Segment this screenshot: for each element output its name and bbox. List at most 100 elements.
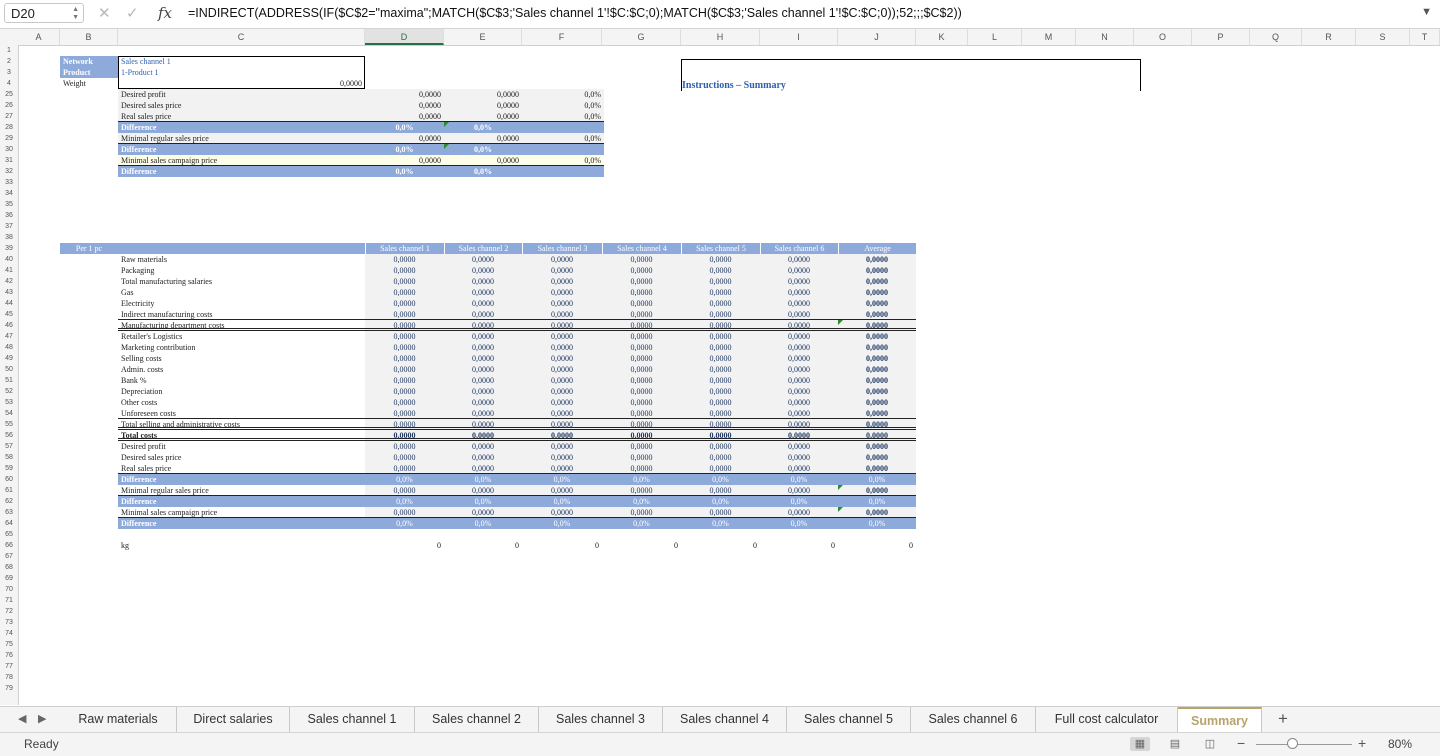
row-header-61[interactable]: 61 (0, 485, 18, 496)
name-box[interactable]: D20 ▲ ▼ (4, 3, 84, 23)
column-header-b[interactable]: B (60, 29, 118, 45)
page-layout-view-icon[interactable]: ▤ (1165, 737, 1185, 751)
row-header-68[interactable]: 68 (0, 562, 18, 573)
sheet-tab-raw-materials[interactable]: Raw materials (60, 707, 177, 732)
row-header-27[interactable]: 27 (0, 111, 18, 122)
row-header-40[interactable]: 40 (0, 254, 18, 265)
confirm-icon[interactable]: ✓ (126, 4, 139, 22)
sheet-tab-sales-channel-5[interactable]: Sales channel 5 (787, 707, 911, 732)
row-header-49[interactable]: 49 (0, 353, 18, 364)
row-header-28[interactable]: 28 (0, 122, 18, 133)
row-header-56[interactable]: 56 (0, 430, 18, 441)
row-header-70[interactable]: 70 (0, 584, 18, 595)
formula-input[interactable]: =INDIRECT(ADDRESS(IF($C$2="maxima";MATCH… (188, 6, 962, 20)
add-sheet-button[interactable]: + (1278, 709, 1288, 729)
zoom-out-button[interactable]: − (1237, 735, 1245, 751)
prev-sheet-icon[interactable]: ◀ (18, 712, 26, 725)
row-header-25[interactable]: 25 (0, 89, 18, 100)
row-header-33[interactable]: 33 (0, 177, 18, 188)
row-header-59[interactable]: 59 (0, 463, 18, 474)
row-header-79[interactable]: 79 (0, 683, 18, 694)
row-header-30[interactable]: 30 (0, 144, 18, 155)
column-header-q[interactable]: Q (1250, 29, 1302, 45)
column-header-k[interactable]: K (916, 29, 968, 45)
row-header-74[interactable]: 74 (0, 628, 18, 639)
normal-view-icon[interactable]: ▦ (1130, 737, 1150, 751)
row-header-77[interactable]: 77 (0, 661, 18, 672)
row-header-66[interactable]: 66 (0, 540, 18, 551)
row-header-51[interactable]: 51 (0, 375, 18, 386)
row-header-38[interactable]: 38 (0, 232, 18, 243)
cancel-icon[interactable]: ✕ (98, 4, 111, 22)
row-header-48[interactable]: 48 (0, 342, 18, 353)
row-header-31[interactable]: 31 (0, 155, 18, 166)
next-sheet-icon[interactable]: ▶ (38, 712, 46, 725)
column-header-c[interactable]: C (118, 29, 365, 45)
worksheet-grid[interactable]: Network Sales channel 1 Product 1-Product 1… (18, 45, 1440, 705)
zoom-in-button[interactable]: + (1358, 735, 1366, 751)
sheet-tab-direct-salaries[interactable]: Direct salaries (177, 707, 290, 732)
row-header-60[interactable]: 60 (0, 474, 18, 485)
row-header-46[interactable]: 46 (0, 320, 18, 331)
column-header-f[interactable]: F (522, 29, 602, 45)
row-header-53[interactable]: 53 (0, 397, 18, 408)
row-header-41[interactable]: 41 (0, 265, 18, 276)
column-header-e[interactable]: E (444, 29, 522, 45)
row-header-29[interactable]: 29 (0, 133, 18, 144)
function-icon[interactable]: fx (158, 4, 172, 22)
row-header-44[interactable]: 44 (0, 298, 18, 309)
column-header-s[interactable]: S (1356, 29, 1410, 45)
column-header-r[interactable]: R (1302, 29, 1356, 45)
column-header-n[interactable]: N (1076, 29, 1134, 45)
row-header-37[interactable]: 37 (0, 221, 18, 232)
row-header-67[interactable]: 67 (0, 551, 18, 562)
row-header-1[interactable]: 1 (0, 45, 18, 56)
row-header-36[interactable]: 36 (0, 210, 18, 221)
row-header-76[interactable]: 76 (0, 650, 18, 661)
name-box-spinner-icon[interactable]: ▲ ▼ (72, 6, 79, 22)
row-header-64[interactable]: 64 (0, 518, 18, 529)
row-header-52[interactable]: 52 (0, 386, 18, 397)
zoom-level[interactable]: 80% (1388, 737, 1412, 751)
column-header-i[interactable]: I (760, 29, 838, 45)
row-header-45[interactable]: 45 (0, 309, 18, 320)
column-header-t[interactable]: T (1410, 29, 1440, 45)
row-header-39[interactable]: 39 (0, 243, 18, 254)
column-header-a[interactable]: A (18, 29, 60, 45)
column-header-m[interactable]: M (1022, 29, 1076, 45)
row-header-72[interactable]: 72 (0, 606, 18, 617)
row-header-32[interactable]: 32 (0, 166, 18, 177)
row-header-71[interactable]: 71 (0, 595, 18, 606)
row-header-50[interactable]: 50 (0, 364, 18, 375)
row-header-75[interactable]: 75 (0, 639, 18, 650)
page-break-view-icon[interactable]: ◫ (1200, 737, 1220, 751)
expand-formula-icon[interactable]: ▼ (1421, 6, 1432, 18)
row-header-2[interactable]: 2 (0, 56, 18, 67)
column-header-j[interactable]: J (838, 29, 916, 45)
row-header-26[interactable]: 26 (0, 100, 18, 111)
column-header-o[interactable]: O (1134, 29, 1192, 45)
row-header-78[interactable]: 78 (0, 672, 18, 683)
sheet-tab-sales-channel-3[interactable]: Sales channel 3 (539, 707, 663, 732)
row-header-35[interactable]: 35 (0, 199, 18, 210)
row-header-62[interactable]: 62 (0, 496, 18, 507)
sheet-tab-sales-channel-2[interactable]: Sales channel 2 (415, 707, 539, 732)
zoom-slider-track[interactable] (1256, 744, 1352, 745)
column-header-h[interactable]: H (681, 29, 760, 45)
sheet-tab-summary[interactable]: Summary (1178, 707, 1262, 732)
row-header-34[interactable]: 34 (0, 188, 18, 199)
column-header-d[interactable]: D (365, 29, 444, 45)
row-header-4[interactable]: 4 (0, 78, 18, 89)
row-header-63[interactable]: 63 (0, 507, 18, 518)
zoom-slider-handle[interactable] (1287, 738, 1298, 749)
sheet-tab-sales-channel-6[interactable]: Sales channel 6 (911, 707, 1036, 732)
column-header-l[interactable]: L (968, 29, 1022, 45)
row-header-3[interactable]: 3 (0, 67, 18, 78)
sheet-tab-sales-channel-1[interactable]: Sales channel 1 (290, 707, 415, 732)
row-header-58[interactable]: 58 (0, 452, 18, 463)
column-header-g[interactable]: G (602, 29, 681, 45)
row-header-73[interactable]: 73 (0, 617, 18, 628)
sheet-tab-sales-channel-4[interactable]: Sales channel 4 (663, 707, 787, 732)
row-header-65[interactable]: 65 (0, 529, 18, 540)
sheet-tab-full-cost-calculator[interactable]: Full cost calculator (1036, 707, 1178, 732)
